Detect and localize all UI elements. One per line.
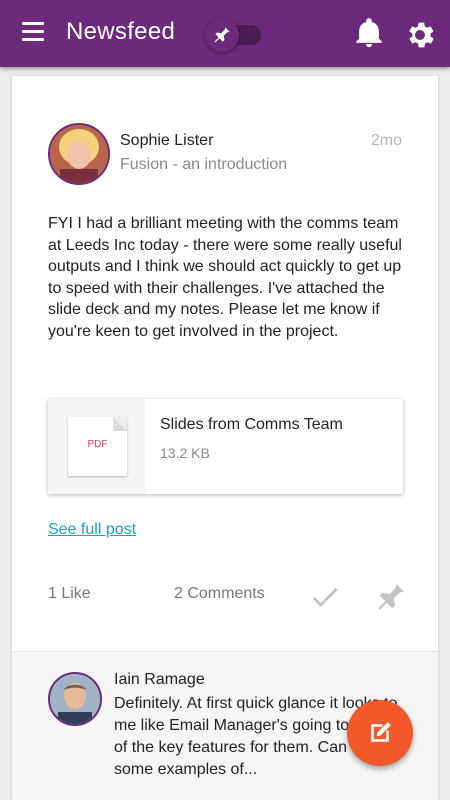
post-timestamp: 2mo [370,132,402,149]
pin-icon [214,27,230,43]
file-type-label: PDF [87,439,108,450]
commenter-photo [50,674,100,724]
gear-icon[interactable] [403,18,437,52]
author-name[interactable]: Sophie Lister [120,132,213,150]
bell-icon[interactable] [352,16,386,50]
attachment-name: Slides from Comms Team [160,416,343,433]
menu-icon[interactable] [22,22,46,42]
see-full-post-link[interactable]: See full post [48,521,136,539]
page-title: Newsfeed [66,18,176,45]
compose-post-button[interactable] [347,700,413,766]
comments-count[interactable]: 2 Comments [174,585,265,603]
commenter-avatar[interactable] [48,672,102,726]
avatar[interactable] [48,123,110,185]
post-subtitle: Fusion - an introduction [120,156,288,173]
post-body: FYI I had a brilliant meeting with the c… [48,215,402,340]
post-card: Sophie Lister Fusion - an introduction 2… [12,76,438,800]
app-bar: Newsfeed [0,0,450,67]
pdf-file-icon: PDF [68,417,127,476]
toggle-knob [205,18,239,52]
attachment-card[interactable]: PDF Slides from Comms Team 13.2 KB [48,399,403,494]
attachment-thumbnail: PDF [48,399,145,494]
commenter-name[interactable]: Iain Ramage [114,671,205,689]
author-photo [50,125,108,183]
likes-count[interactable]: 1 Like [48,585,91,603]
edit-icon [371,722,391,742]
attachment-size: 13.2 KB [160,445,210,461]
pin-icon[interactable] [374,580,408,614]
pin-filter-toggle[interactable] [205,18,263,52]
check-icon[interactable] [308,580,342,614]
